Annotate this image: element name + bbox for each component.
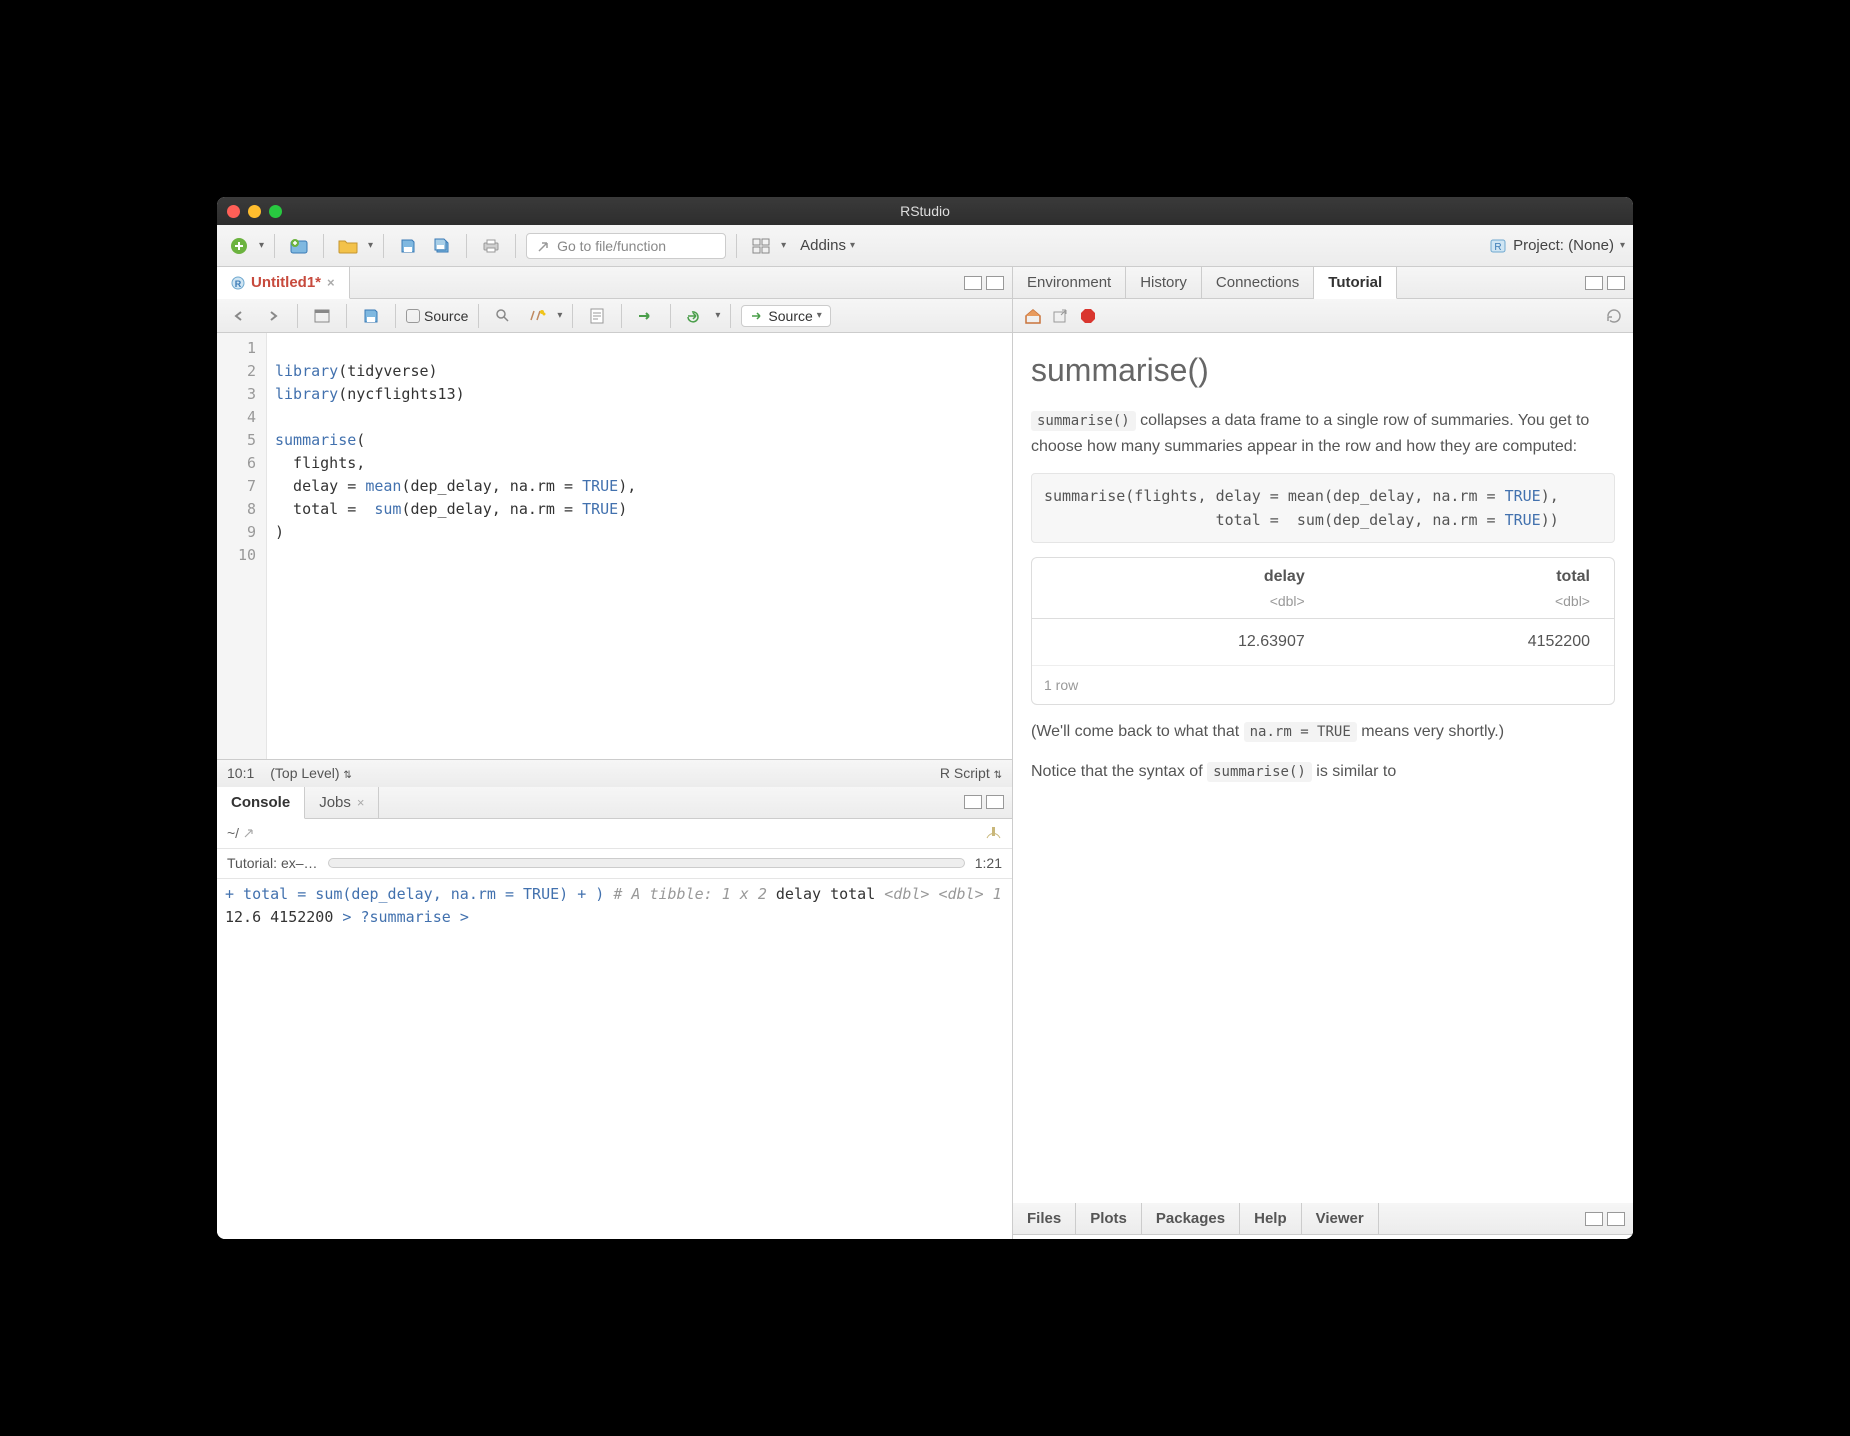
maximize-console-button[interactable] — [986, 795, 1004, 809]
editor-tab-untitled1[interactable]: R Untitled1* × — [217, 267, 350, 299]
new-file-dropdown[interactable]: ▾ — [259, 240, 264, 251]
forward-button[interactable] — [259, 302, 287, 330]
titlebar: RStudio — [217, 197, 1633, 225]
tutorial-time: 1:21 — [975, 855, 1002, 871]
tab-environment[interactable]: Environment — [1013, 267, 1126, 298]
maximize-bottomright-button[interactable] — [1607, 1212, 1625, 1226]
minimize-bottomright-button[interactable] — [1585, 1212, 1603, 1226]
editor-toolbar: Source ▾ ▾ Source — [217, 299, 1012, 333]
open-recent-dropdown[interactable]: ▾ — [368, 240, 373, 251]
line-gutter: 12345678910 — [217, 333, 267, 759]
new-project-button[interactable] — [285, 232, 313, 260]
tab-connections[interactable]: Connections — [1202, 267, 1314, 298]
maximize-pane-button[interactable] — [986, 276, 1004, 290]
checkbox-icon — [406, 309, 420, 323]
compile-report-button[interactable] — [583, 302, 611, 330]
tab-jobs[interactable]: Jobs × — [305, 787, 379, 818]
editor-statusbar: 10:1 (Top Level) ⇅ R Script ⇅ — [217, 759, 1012, 787]
tab-plots[interactable]: Plots — [1076, 1203, 1142, 1234]
project-menu[interactable]: R Project: (None) ▾ — [1489, 237, 1625, 255]
addins-menu[interactable]: Addins ▾ — [792, 233, 863, 258]
save-button[interactable] — [394, 232, 422, 260]
console-working-dir: ~/ — [217, 819, 1012, 849]
console-tutorial-status: Tutorial: ex–… 1:21 — [217, 849, 1012, 879]
tutorial-heading: summarise() — [1031, 345, 1615, 396]
maximize-topright-button[interactable] — [1607, 276, 1625, 290]
console-tabs: Console Jobs × — [217, 787, 1012, 819]
tutorial-content: summarise() summarise() collapses a data… — [1013, 333, 1633, 1203]
scope-selector[interactable]: (Top Level) ⇅ — [270, 765, 352, 781]
code-area[interactable]: library(tidyverse) library(nycflights13)… — [267, 333, 1012, 759]
tab-console[interactable]: Console — [217, 787, 305, 819]
clear-console-icon[interactable] — [984, 825, 1002, 841]
save-all-button[interactable] — [428, 232, 456, 260]
code-editor[interactable]: 12345678910 library(tidyverse) library(n… — [217, 333, 1012, 759]
rerun-button[interactable] — [681, 302, 709, 330]
tab-packages[interactable]: Packages — [1142, 1203, 1240, 1234]
cursor-position: 10:1 — [227, 765, 254, 781]
top-right-tabs: Environment History Connections Tutorial — [1013, 267, 1633, 299]
tab-files[interactable]: Files — [1013, 1203, 1076, 1234]
print-button[interactable] — [477, 232, 505, 260]
close-tab-icon[interactable]: × — [327, 275, 335, 290]
tab-history[interactable]: History — [1126, 267, 1202, 298]
console-output[interactable]: + total = sum(dep_delay, na.rm = TRUE) +… — [217, 879, 1012, 1239]
source-on-save-checkbox[interactable]: Source — [406, 308, 468, 324]
tutorial-codeblock: summarise(flights, delay = mean(dep_dela… — [1031, 473, 1615, 543]
workspace-panes-button[interactable] — [747, 232, 775, 260]
run-button[interactable] — [632, 302, 660, 330]
new-file-button[interactable] — [225, 232, 253, 260]
tab-help[interactable]: Help — [1240, 1203, 1302, 1234]
tab-tutorial[interactable]: Tutorial — [1314, 267, 1397, 299]
svg-text:R: R — [1494, 242, 1501, 253]
goto-placeholder: Go to file/function — [557, 238, 666, 254]
code-tools-button[interactable] — [523, 302, 551, 330]
editor-filename: Untitled1* — [251, 274, 321, 291]
r-file-icon: R — [231, 276, 245, 290]
bottom-right-tabs: Files Plots Packages Help Viewer — [1013, 1203, 1633, 1235]
panes-dropdown[interactable]: ▾ — [781, 240, 786, 251]
open-file-button[interactable] — [334, 232, 362, 260]
tutorial-progress-bar — [328, 858, 965, 868]
editor-save-button[interactable] — [357, 302, 385, 330]
tutorial-intro: summarise() collapses a data frame to a … — [1031, 408, 1615, 459]
minimize-pane-button[interactable] — [964, 276, 982, 290]
source-button[interactable]: Source ▾ — [741, 305, 830, 327]
minimize-topright-button[interactable] — [1585, 276, 1603, 290]
popout-icon[interactable] — [243, 827, 257, 839]
home-icon[interactable] — [1023, 307, 1043, 325]
refresh-icon[interactable] — [1605, 307, 1623, 325]
back-button[interactable] — [225, 302, 253, 330]
rstudio-window: RStudio ▾ ▾ Go to file/function — [217, 197, 1633, 1239]
main-toolbar: ▾ ▾ Go to file/function ▾ — [217, 225, 1633, 267]
window-title: RStudio — [217, 203, 1633, 219]
tutorial-toolbar — [1013, 299, 1633, 333]
svg-text:R: R — [235, 279, 242, 289]
show-in-new-window-button[interactable] — [308, 302, 336, 330]
file-type-selector[interactable]: R Script ⇅ — [940, 765, 1002, 781]
minimize-console-button[interactable] — [964, 795, 982, 809]
tutorial-result-table: delay total <dbl> <dbl> 12.63907 4152200 — [1031, 557, 1615, 705]
tutorial-note2: Notice that the syntax of summarise() is… — [1031, 759, 1615, 785]
tutorial-note1: (We'll come back to what that na.rm = TR… — [1031, 719, 1615, 745]
close-jobs-icon[interactable]: × — [357, 795, 365, 810]
find-button[interactable] — [489, 302, 517, 330]
stop-icon[interactable] — [1079, 307, 1097, 325]
popout-tutorial-icon[interactable] — [1053, 309, 1069, 323]
goto-file-function[interactable]: Go to file/function — [526, 233, 726, 259]
editor-tabs: R Untitled1* × — [217, 267, 1012, 299]
tab-viewer[interactable]: Viewer — [1302, 1203, 1379, 1234]
